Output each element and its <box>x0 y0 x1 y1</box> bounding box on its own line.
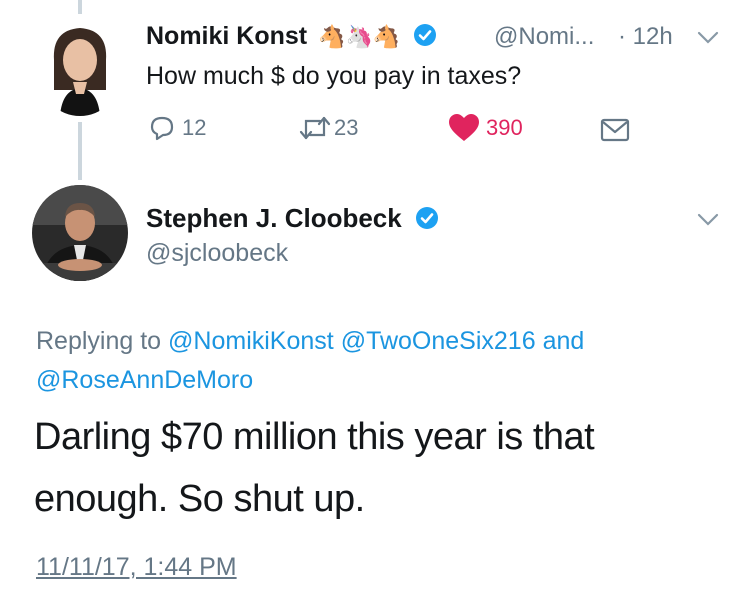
like-count: 390 <box>486 115 523 140</box>
heart-icon <box>449 114 479 141</box>
verified-badge-icon <box>415 207 438 229</box>
replying-to-line-2: @RoseAnnDeMoro <box>36 366 253 395</box>
message-icon[interactable] <box>600 118 630 142</box>
replying-and: and <box>542 327 585 355</box>
handle-stephen[interactable]: @sjcloobeck <box>146 239 288 268</box>
avatar-stephen-image <box>32 185 128 281</box>
avatar-stephen[interactable] <box>32 185 128 281</box>
avatar-nomiki[interactable] <box>40 20 120 116</box>
reply-tweet-text-line1: Darling $70 million this year is that <box>34 416 595 458</box>
mention-roseanndemoro[interactable]: @RoseAnnDeMoro <box>36 366 253 394</box>
reply-tweet-text-line2: enough. So shut up. <box>34 478 365 520</box>
replying-to-label: Replying to <box>36 327 162 355</box>
tweet-timestamp[interactable]: 11/11/17, 1:44 PM <box>36 553 237 582</box>
retweet-icon <box>299 116 331 140</box>
reply-button[interactable]: 12 <box>148 114 206 142</box>
handle-nomiki[interactable]: @Nomi... <box>494 23 594 51</box>
verified-badge-icon <box>414 24 437 46</box>
mention-nomikikonst[interactable]: @NomikiKonst <box>168 327 334 355</box>
chevron-down-icon[interactable] <box>696 212 720 228</box>
retweet-count: 23 <box>334 115 359 140</box>
tweet-text: How much $ do you pay in taxes? <box>146 62 522 90</box>
replying-to-line: Replying to @NomikiKonst @TwoOneSix216 a… <box>36 327 584 356</box>
reply-icon <box>150 116 174 141</box>
chevron-down-icon[interactable] <box>696 30 720 46</box>
display-name-text: Stephen J. Cloobeck <box>146 203 402 233</box>
like-button[interactable]: 390 <box>448 114 523 142</box>
retweet-button[interactable]: 23 <box>298 114 358 142</box>
display-name-text: Nomiki Konst <box>146 22 308 50</box>
mention-twoonesix216[interactable]: @TwoOneSix216 <box>341 327 536 355</box>
reply-count: 12 <box>182 115 207 140</box>
thread-line-top <box>78 0 82 14</box>
tweet-time[interactable]: · 12h <box>618 23 673 51</box>
horse-unicorn-emojis: 🐴🦄🐴 <box>318 25 401 50</box>
display-name-nomiki[interactable]: Nomiki Konst 🐴🦄🐴 <box>146 22 437 51</box>
display-name-stephen[interactable]: Stephen J. Cloobeck <box>146 203 439 234</box>
avatar-nomiki-image <box>40 20 120 116</box>
thread-line-bottom <box>78 122 82 180</box>
